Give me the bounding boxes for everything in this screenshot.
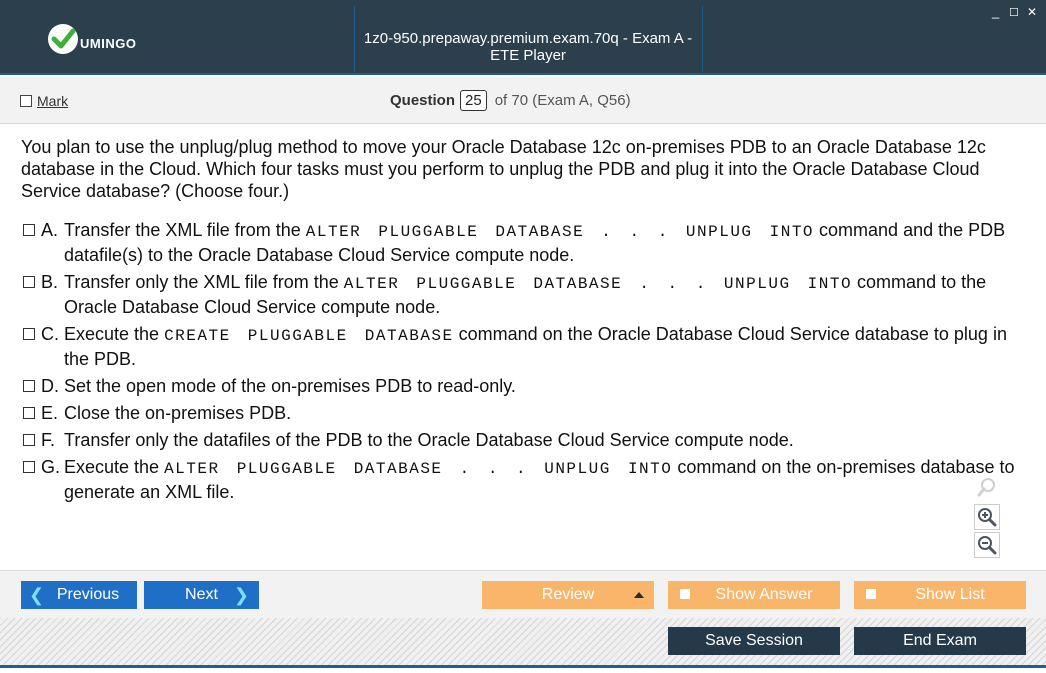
question-text: You plan to use the unplug/plug method t…: [21, 137, 986, 201]
triangle-up-icon: [634, 592, 644, 598]
review-button[interactable]: Review: [482, 581, 654, 609]
option-letter: G.: [41, 457, 61, 477]
option-letter: F.: [41, 430, 56, 450]
previous-button[interactable]: ❮ Previous: [21, 581, 137, 609]
option-text: Execute the: [64, 324, 165, 344]
app-logo: UMINGO: [48, 22, 136, 56]
option-g[interactable]: G. Execute the ALTER PLUGGABLE DATABASE …: [21, 456, 1021, 504]
magnifier-icon[interactable]: [974, 474, 1000, 500]
option-code: ALTER PLUGGABLE DATABASE . . . UNPLUG IN…: [305, 223, 815, 241]
option-d[interactable]: D. Set the open mode of the on-premises …: [21, 375, 1021, 398]
review-label: Review: [541, 586, 595, 603]
answer-options: A. Transfer the XML file from the ALTER …: [21, 219, 1021, 508]
end-exam-button[interactable]: End Exam: [854, 627, 1026, 655]
title-bar: UMINGO 1z0-950.prepaway.premium.exam.70q…: [0, 0, 1046, 75]
show-list-label: Show List: [915, 586, 985, 603]
window-title: 1z0-950.prepaway.premium.exam.70q - Exam…: [363, 30, 693, 64]
option-checkbox[interactable]: [23, 407, 35, 419]
option-c[interactable]: C. Execute the CREATE PLUGGABLE DATABASE…: [21, 323, 1021, 371]
navigation-bar: ❮ Previous Next ❯ Review Show Answer Sho…: [0, 570, 1046, 618]
question-content: You plan to use the unplug/plug method t…: [6, 124, 1040, 570]
option-text: Execute the: [64, 457, 165, 477]
check-logo-icon: [48, 24, 78, 54]
mark-label: Mark: [37, 93, 69, 109]
window-bottom-border: [0, 665, 1046, 673]
question-label: Question: [390, 92, 456, 109]
show-answer-label: Show Answer: [715, 586, 813, 603]
question-header: Mark Question 25 of 70 (Exam A, Q56): [0, 77, 1046, 124]
option-letter: A.: [41, 220, 59, 240]
zoom-in-icon[interactable]: [974, 504, 1000, 530]
minimize-button[interactable]: _: [992, 4, 999, 19]
question-number-input[interactable]: 25: [460, 90, 487, 111]
option-checkbox[interactable]: [23, 276, 35, 288]
next-label: Next: [185, 586, 218, 603]
option-text: Set the open mode of the on-premises PDB…: [64, 376, 516, 396]
option-text: Transfer the XML file from the: [64, 220, 306, 240]
show-list-checkbox[interactable]: [866, 589, 876, 599]
action-bar: Save Session End Exam: [0, 618, 1046, 665]
option-checkbox[interactable]: [23, 224, 35, 236]
save-session-button[interactable]: Save Session: [668, 627, 840, 655]
show-answer-button[interactable]: Show Answer: [668, 581, 840, 609]
option-letter: B.: [41, 272, 59, 292]
option-checkbox[interactable]: [23, 461, 35, 473]
title-divider: [702, 6, 703, 72]
option-text: Transfer only the datafiles of the PDB t…: [64, 430, 794, 450]
option-code: CREATE PLUGGABLE DATABASE: [164, 327, 454, 345]
option-text: Transfer only the XML file from the: [64, 272, 344, 292]
next-button[interactable]: Next ❯: [144, 581, 259, 609]
option-letter: D.: [41, 376, 59, 396]
mark-checkbox[interactable]: Mark: [20, 93, 68, 109]
chevron-left-icon: ❮: [29, 584, 45, 605]
chevron-right-icon: ❯: [233, 584, 249, 605]
option-checkbox[interactable]: [23, 434, 35, 446]
option-f[interactable]: F. Transfer only the datafiles of the PD…: [21, 429, 1021, 452]
zoom-out-icon[interactable]: [974, 532, 1000, 558]
option-checkbox[interactable]: [23, 328, 35, 340]
option-code: ALTER PLUGGABLE DATABASE . . . UNPLUG IN…: [164, 460, 673, 478]
previous-label: Previous: [56, 586, 120, 603]
option-a[interactable]: A. Transfer the XML file from the ALTER …: [21, 219, 1021, 267]
option-text: Close the on-premises PDB.: [64, 403, 292, 423]
option-e[interactable]: E. Close the on-premises PDB.: [21, 402, 1021, 425]
option-code: ALTER PLUGGABLE DATABASE . . . UNPLUG IN…: [343, 275, 853, 293]
option-letter: E.: [41, 403, 59, 423]
show-answer-checkbox[interactable]: [680, 589, 690, 599]
option-b[interactable]: B. Transfer only the XML file from the A…: [21, 271, 1021, 319]
maximize-button[interactable]: ☐: [1009, 6, 1019, 19]
close-button[interactable]: ✕: [1027, 5, 1037, 19]
question-of-text: of 70 (Exam A, Q56): [494, 92, 631, 109]
question-indicator: Question 25 of 70 (Exam A, Q56): [390, 90, 631, 111]
mark-checkbox-box[interactable]: [20, 95, 32, 107]
option-letter: C.: [41, 324, 59, 344]
option-checkbox[interactable]: [23, 380, 35, 392]
logo-text: UMINGO: [80, 35, 137, 51]
show-list-button[interactable]: Show List: [854, 581, 1026, 609]
